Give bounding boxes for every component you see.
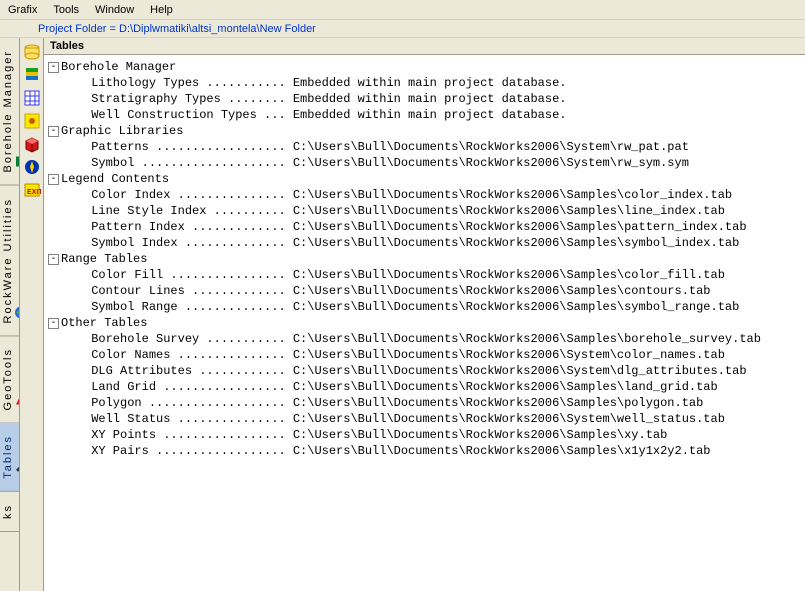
tree-item[interactable]: XY Points ................. C:\Users\Bul… xyxy=(48,427,805,443)
tree-group-label: Other Tables xyxy=(61,315,147,331)
collapse-icon[interactable]: - xyxy=(48,126,59,137)
tree-item-text: Borehole Survey ........... C:\Users\Bul… xyxy=(48,331,761,347)
tree-item[interactable]: Stratigraphy Types ........ Embedded wit… xyxy=(48,91,805,107)
tree-group-label: Borehole Manager xyxy=(61,59,176,75)
tree-item-text: XY Pairs .................. C:\Users\Bul… xyxy=(48,443,711,459)
tree-item[interactable]: Well Construction Types ... Embedded wit… xyxy=(48,107,805,123)
tree-item-text: Patterns .................. C:\Users\Bul… xyxy=(48,139,689,155)
tree-item-text: Symbol Range .............. C:\Users\Bul… xyxy=(48,299,739,315)
tree-group-label: Graphic Libraries xyxy=(61,123,183,139)
tree-item[interactable]: Land Grid ................. C:\Users\Bul… xyxy=(48,379,805,395)
tree-item-text: Color Index ............... C:\Users\Bul… xyxy=(48,187,732,203)
tree-item-text: DLG Attributes ............ C:\Users\Bul… xyxy=(48,363,747,379)
tree-item[interactable]: Patterns .................. C:\Users\Bul… xyxy=(48,139,805,155)
tree-item-text: Well Construction Types ... Embedded wit… xyxy=(48,107,566,123)
tree-group[interactable]: -Range Tables xyxy=(48,251,805,267)
tree-group[interactable]: -Legend Contents xyxy=(48,171,805,187)
tree-group-label: Range Tables xyxy=(61,251,147,267)
tree-item-text: Color Fill ................ C:\Users\Bul… xyxy=(48,267,725,283)
menu-grafix[interactable]: Grafix xyxy=(8,4,37,16)
lithology-icon[interactable] xyxy=(22,65,42,85)
tree-item[interactable]: Lithology Types ........... Embedded wit… xyxy=(48,75,805,91)
svg-text:EXIT: EXIT xyxy=(27,189,41,196)
grid-icon[interactable] xyxy=(22,88,42,108)
tree-item[interactable]: Pattern Index ............. C:\Users\Bul… xyxy=(48,219,805,235)
collapse-icon[interactable]: - xyxy=(48,254,59,265)
side-tabs: Borehole Manager RockWare Utilities GeoT… xyxy=(0,38,20,591)
tree-group[interactable]: -Borehole Manager xyxy=(48,59,805,75)
section-header-tables: Tables xyxy=(44,38,805,55)
compass-icon[interactable] xyxy=(22,157,42,177)
exit-icon[interactable]: EXIT xyxy=(22,180,42,200)
side-tab-geotools[interactable]: GeoTools xyxy=(0,336,19,423)
tree-item-text: Well Status ............... C:\Users\Bul… xyxy=(48,411,725,427)
content-area: Tables -Borehole Manager Lithology Types… xyxy=(44,38,805,591)
tree-item-text: Lithology Types ........... Embedded wit… xyxy=(48,75,566,91)
tree-item-text: Symbol .................... C:\Users\Bul… xyxy=(48,155,689,171)
tree-item[interactable]: Well Status ............... C:\Users\Bul… xyxy=(48,411,805,427)
tree-group[interactable]: -Other Tables xyxy=(48,315,805,331)
menu-tools[interactable]: Tools xyxy=(53,4,79,16)
side-tab-label: ks xyxy=(2,504,14,519)
tree-item[interactable]: Symbol Index .............. C:\Users\Bul… xyxy=(48,235,805,251)
tree-item-text: Polygon ................... C:\Users\Bul… xyxy=(48,395,703,411)
tree-item-text: Contour Lines ............. C:\Users\Bul… xyxy=(48,283,711,299)
side-tab-borehole-manager[interactable]: Borehole Manager xyxy=(0,38,19,186)
tree-item[interactable]: Borehole Survey ........... C:\Users\Bul… xyxy=(48,331,805,347)
collapse-icon[interactable]: - xyxy=(48,174,59,185)
menu-window[interactable]: Window xyxy=(95,4,134,16)
collapse-icon[interactable]: - xyxy=(48,318,59,329)
side-tab-label: RockWare Utilities xyxy=(2,198,14,323)
side-tab-tables[interactable]: Tables xyxy=(0,423,19,492)
tables-tree[interactable]: -Borehole Manager Lithology Types ......… xyxy=(44,55,805,591)
side-tab-label: GeoTools xyxy=(2,348,14,410)
tree-item-text: Symbol Index .............. C:\Users\Bul… xyxy=(48,235,739,251)
side-tab-label: Tables xyxy=(2,435,14,479)
tree-item-text: Line Style Index .......... C:\Users\Bul… xyxy=(48,203,725,219)
tree-item[interactable]: Polygon ................... C:\Users\Bul… xyxy=(48,395,805,411)
tree-item-text: Color Names ............... C:\Users\Bul… xyxy=(48,347,725,363)
tree-item[interactable]: DLG Attributes ............ C:\Users\Bul… xyxy=(48,363,805,379)
tree-group-label: Legend Contents xyxy=(61,171,169,187)
project-folder-bar: Project Folder = D:\Diplwmatiki\altsi_mo… xyxy=(0,20,805,38)
side-tab-ks[interactable]: ks xyxy=(0,492,19,532)
tree-item[interactable]: Color Fill ................ C:\Users\Bul… xyxy=(48,267,805,283)
yellow-app-icon[interactable] xyxy=(22,111,42,131)
tree-item-text: Land Grid ................. C:\Users\Bul… xyxy=(48,379,718,395)
side-tab-label: Borehole Manager xyxy=(2,50,14,173)
tree-item[interactable]: Contour Lines ............. C:\Users\Bul… xyxy=(48,283,805,299)
toolstrip: EXIT xyxy=(20,38,44,591)
tree-item[interactable]: Symbol .................... C:\Users\Bul… xyxy=(48,155,805,171)
block-icon[interactable] xyxy=(22,134,42,154)
tree-group[interactable]: -Graphic Libraries xyxy=(48,123,805,139)
tree-item-text: Pattern Index ............. C:\Users\Bul… xyxy=(48,219,747,235)
tree-item[interactable]: Color Index ............... C:\Users\Bul… xyxy=(48,187,805,203)
database-icon[interactable] xyxy=(22,42,42,62)
tree-item[interactable]: Line Style Index .......... C:\Users\Bul… xyxy=(48,203,805,219)
tree-item[interactable]: XY Pairs .................. C:\Users\Bul… xyxy=(48,443,805,459)
menu-help[interactable]: Help xyxy=(150,4,173,16)
tree-item[interactable]: Symbol Range .............. C:\Users\Bul… xyxy=(48,299,805,315)
collapse-icon[interactable]: - xyxy=(48,62,59,73)
tree-item-text: Stratigraphy Types ........ Embedded wit… xyxy=(48,91,566,107)
tree-item[interactable]: Color Names ............... C:\Users\Bul… xyxy=(48,347,805,363)
side-tab-rockware-utilities[interactable]: RockWare Utilities xyxy=(0,186,19,336)
tree-item-text: XY Points ................. C:\Users\Bul… xyxy=(48,427,667,443)
project-folder-label[interactable]: Project Folder = D:\Diplwmatiki\altsi_mo… xyxy=(38,23,316,35)
menubar: Grafix Tools Window Help xyxy=(0,0,805,20)
